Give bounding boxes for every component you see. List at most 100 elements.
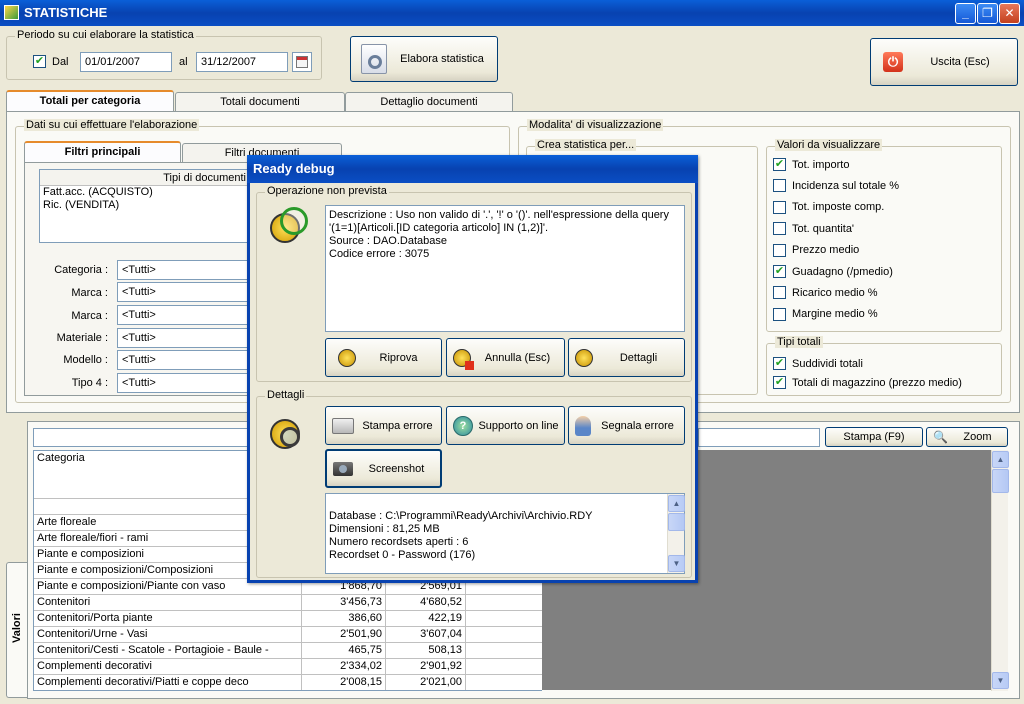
value-checkbox[interactable]: Prezzo medio [773,243,860,257]
tab-totali-per-categoria[interactable]: Totali per categoria [6,90,174,112]
scroll-down-button[interactable]: ▼ [992,672,1009,689]
value-checkbox[interactable]: Margine medio % [773,307,878,321]
dialog-title-bar[interactable]: Ready debug [247,155,698,183]
cell-empty [466,643,542,659]
scroll-up-button[interactable]: ▲ [992,451,1009,468]
total-checkbox[interactable]: ✔ Suddividi totali [773,357,863,370]
table-row[interactable]: Contenitori/Cesti - Scatole - Portagioie… [34,643,542,659]
value-checkbox[interactable]: Ricarico medio % [773,286,878,300]
print-button[interactable]: Stampa (F9) [825,427,923,447]
cell-value-2: 422,19 [386,611,466,627]
cell-value-1: 465,75 [302,643,386,659]
value-check-box[interactable]: ✔ [773,265,786,278]
value-check-box[interactable] [773,286,786,300]
value-checkbox[interactable]: Incidenza sul totale % [773,179,900,193]
cell-value-2: 4'680,52 [386,595,466,611]
doc-type-item[interactable]: Ric. (VENDITA) [40,199,256,212]
date-to-input[interactable]: 31/12/2007 [196,52,288,72]
filter-label-modello: Modello : [63,354,108,366]
total-check-box[interactable]: ✔ [773,376,786,389]
results-side-tab-label: Valori [11,613,23,643]
period-group: Periodo su cui elaborare la statistica ✔… [6,29,322,80]
restore-button[interactable]: ❐ [977,3,998,24]
cell-categoria: Contenitori/Cesti - Scatole - Portagioie… [34,643,302,659]
value-checkbox-label: Tot. quantita' [792,222,855,235]
bug-magnifier-icon [268,413,312,459]
filter-input-modello[interactable]: <Tutti> [117,350,257,370]
elabora-statistica-button[interactable]: Elabora statistica [350,36,498,82]
stampa-errore-button[interactable]: Stampa errore [325,406,442,445]
filter-input-categoria[interactable]: <Tutti> [117,260,257,280]
stampa-errore-label: Stampa errore [362,419,433,432]
cell-empty [466,627,542,643]
value-checkbox-label: Prezzo medio [792,244,860,257]
value-check-box[interactable] [773,243,786,257]
value-check-box[interactable] [773,200,786,214]
total-checkbox-label: Totali di magazzino (prezzo medio) [792,376,962,389]
screenshot-label: Screenshot [368,462,425,475]
app-icon [4,5,19,20]
details-scrollbar[interactable]: ▲ ▼ [667,494,685,573]
value-check-box[interactable] [773,179,786,193]
value-check-box[interactable]: ✔ [773,158,786,171]
tab-dettaglio-documenti[interactable]: Dettaglio documenti [345,92,513,112]
value-check-box[interactable] [773,307,786,321]
filter-input-materiale[interactable]: <Tutti> [117,328,257,348]
table-row[interactable]: Contenitori 3'456,73 4'680,52 [34,595,542,611]
exit-label: Uscita (Esc) [930,56,990,68]
filter-input-tipo-4[interactable]: <Tutti> [117,373,257,393]
table-row[interactable]: Contenitori/Porta piante 386,60 422,19 [34,611,542,627]
filter-input-marca-2[interactable]: <Tutti> [117,305,257,325]
results-scrollbar[interactable]: ▲ ▼ [991,450,1009,691]
cell-categoria: Contenitori/Urne - Vasi [34,627,302,643]
calendar-icon[interactable] [292,52,312,72]
cell-value-2: 2'901,92 [386,659,466,675]
bug-search-icon [575,348,593,367]
cell-value-2: 2'021,00 [386,675,466,690]
close-button[interactable]: ✕ [999,3,1020,24]
table-row[interactable]: Complementi decorativi/Piatti e coppe de… [34,675,542,690]
view-mode-label: Modalita' di visualizzazione [527,119,664,131]
screenshot-button[interactable]: Screenshot [325,449,442,488]
results-search-input[interactable] [33,428,249,447]
tab-totali-documenti[interactable]: Totali documenti [175,92,345,112]
cell-value-1: 3'456,73 [302,595,386,611]
value-check-box[interactable] [773,222,786,236]
camera-icon [333,461,353,476]
filter-input-marca[interactable]: <Tutti> [117,282,257,302]
doc-type-item[interactable]: Fatt.acc. (ACQUISTO) [40,186,256,199]
details-scroll-up[interactable]: ▲ [668,495,685,512]
details-scroll-thumb[interactable] [668,513,685,531]
results-side-tab[interactable]: Valori [6,562,28,698]
value-checkbox[interactable]: Tot. quantita' [773,222,855,236]
riprova-button[interactable]: Riprova [325,338,442,377]
minimize-button[interactable]: _ [955,3,976,24]
segnala-errore-button[interactable]: Segnala errore [568,406,685,445]
date-from-input[interactable]: 01/01/2007 [80,52,172,72]
value-checkbox[interactable]: ✔ Guadagno (/pmedio) [773,265,893,278]
zoom-button[interactable]: 🔍 Zoom [926,427,1008,447]
details-scroll-down[interactable]: ▼ [668,555,685,572]
table-row[interactable]: Contenitori/Urne - Vasi 2'501,90 3'607,04 [34,627,542,643]
cell-value-1: 386,60 [302,611,386,627]
value-checkbox[interactable]: ✔ Tot. importo [773,158,849,171]
period-group-label: Periodo su cui elaborare la statistica [15,29,196,41]
table-row[interactable]: Complementi decorativi 2'334,02 2'901,92 [34,659,542,675]
annulla-button[interactable]: Annulla (Esc) [446,338,565,377]
supporto-online-button[interactable]: ? Supporto on line [446,406,565,445]
total-checkbox[interactable]: ✔ Totali di magazzino (prezzo medio) [773,376,962,389]
total-check-box[interactable]: ✔ [773,357,786,370]
tab-filtri-principali[interactable]: Filtri principali [24,141,181,163]
results-search-input-right[interactable] [698,428,820,447]
exit-button[interactable]: ⏻ Uscita (Esc) [870,38,1018,86]
dal-checkbox[interactable]: ✔ Dal [33,55,69,68]
value-checkbox-label: Incidenza sul totale % [792,179,900,192]
dal-check-box[interactable]: ✔ [33,55,46,68]
dettagli-label: Dettagli [619,351,658,364]
value-checkbox[interactable]: Tot. imposte comp. [773,200,884,214]
scroll-thumb[interactable] [992,469,1009,493]
doc-types-list[interactable]: Tipi di documenti Fatt.acc. (ACQUISTO) R… [39,169,257,243]
title-bar[interactable]: STATISTICHE _ ❐ ✕ [0,0,1024,26]
filter-label-marca: Marca : [71,287,108,299]
dettagli-button[interactable]: Dettagli [568,338,685,377]
